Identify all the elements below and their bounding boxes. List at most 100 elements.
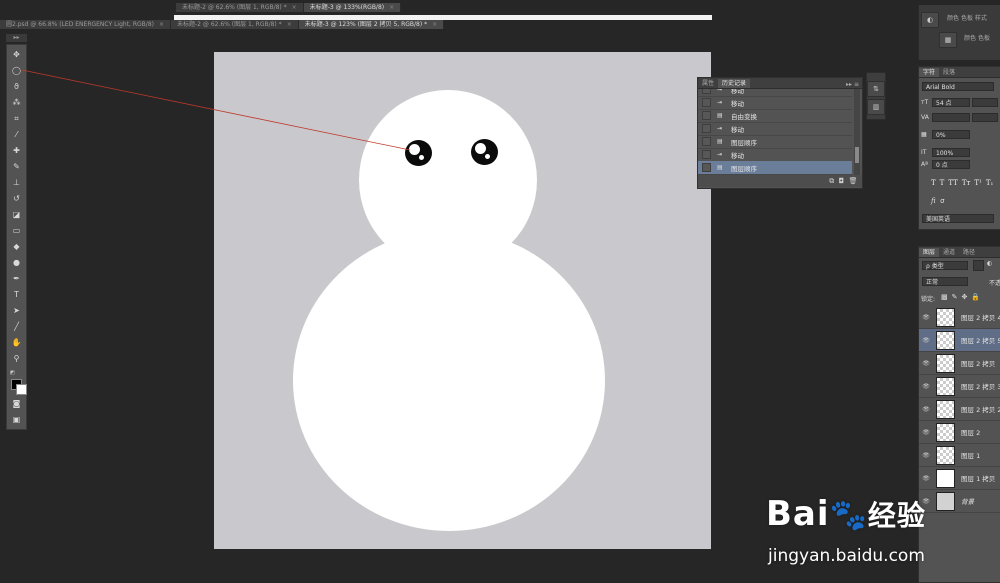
line-tool-icon[interactable]: ╱ xyxy=(10,320,23,333)
history-item[interactable]: ▤ 自由变换 xyxy=(698,109,852,123)
visibility-eye-icon[interactable]: 👁 xyxy=(921,475,931,482)
history-brush-icon[interactable]: ↺ xyxy=(10,192,23,205)
history-dock-icon[interactable]: ⇅ xyxy=(867,81,885,97)
history-item[interactable]: ⇥ 移动 xyxy=(698,122,852,136)
document-tab[interactable]: 未标题-2 @ 62.6% (图层 1, RGB/8) * × xyxy=(176,3,304,12)
layer-row[interactable]: 👁 图层 2 拷贝 xyxy=(919,352,1000,375)
history-item[interactable]: ⇥ 移动 xyxy=(698,96,852,110)
visibility-eye-icon[interactable]: 👁 xyxy=(921,383,931,390)
lock-all-icon[interactable]: 🔒 xyxy=(971,293,980,301)
filter-image-icon[interactable] xyxy=(973,260,984,271)
pen-icon[interactable]: ✒ xyxy=(10,272,23,285)
lock-transparent-pixels-icon[interactable]: ▩ xyxy=(941,293,948,301)
ligature-icon[interactable]: ﬁ xyxy=(931,197,936,205)
lock-image-pixels-icon[interactable]: ✎ xyxy=(952,293,958,301)
new-document-from-state-icon[interactable]: ⧉ xyxy=(829,177,834,185)
baseline-shift-field[interactable]: 0 点 xyxy=(932,160,970,169)
properties-dock-icon[interactable]: ▥ xyxy=(867,99,885,115)
checkbox[interactable] xyxy=(702,137,711,146)
eyedropper-icon[interactable]: ⁄ xyxy=(10,128,23,141)
close-icon[interactable]: × xyxy=(159,21,164,28)
layer-row[interactable]: 👁 图层 2 xyxy=(919,421,1000,444)
font-size-field[interactable]: 54 点 xyxy=(932,98,970,107)
tab-layers[interactable]: 图层 xyxy=(919,248,940,257)
all-caps-button[interactable]: TT xyxy=(948,179,957,187)
panel-menu-icon[interactable]: ▸▸ ≡ xyxy=(846,81,859,88)
leading-field[interactable] xyxy=(972,98,998,107)
lasso-icon[interactable]: ϑ xyxy=(10,80,23,93)
lock-position-icon[interactable]: ✥ xyxy=(962,293,968,301)
history-item[interactable]: ▤ 图层顺序 xyxy=(698,135,852,149)
document-tab-active[interactable]: 未标题-3 @ 123% (图层 2 拷贝 5, RGB/8) * × xyxy=(298,20,445,29)
layer-row-selected[interactable]: 👁 图层 2 拷贝 5 xyxy=(919,329,1000,352)
checkbox[interactable] xyxy=(702,163,711,172)
close-icon[interactable]: × xyxy=(292,4,297,11)
document-tab[interactable]: 圆2.psd @ 66.8% (LED ENERGENCY Light, RGB… xyxy=(0,20,172,29)
magic-wand-icon[interactable]: ⁂ xyxy=(10,96,23,109)
checkbox[interactable] xyxy=(702,98,711,107)
document-tab[interactable]: 未标题-2 @ 62.6% (图层 1, RGB/8) * × xyxy=(171,20,299,29)
faux-bold-button[interactable]: T xyxy=(931,179,936,187)
filter-adjustment-icon[interactable]: ◐ xyxy=(987,260,992,267)
checkbox[interactable] xyxy=(702,111,711,120)
history-scrollbar[interactable] xyxy=(854,89,860,175)
path-selection-icon[interactable]: ➤ xyxy=(10,304,23,317)
color-dock-icon[interactable]: ◐ xyxy=(921,12,939,28)
visibility-eye-icon[interactable]: 👁 xyxy=(921,452,931,459)
checkbox[interactable] xyxy=(702,150,711,159)
zoom-icon[interactable]: ⚲ xyxy=(10,352,23,365)
faux-italic-button[interactable]: T xyxy=(940,179,945,187)
layer-row[interactable]: 👁 图层 1 拷贝 xyxy=(919,467,1000,490)
tab-channels[interactable]: 通道 xyxy=(939,248,959,257)
document-tab-active[interactable]: 未标题-3 @ 133%(RGB/8) × xyxy=(303,3,402,12)
blur-icon[interactable]: ◆ xyxy=(10,240,23,253)
vertical-scale-field[interactable]: 100% xyxy=(932,148,970,157)
default-colors-icon[interactable]: ◩ xyxy=(10,370,16,376)
tab-paths[interactable]: 路径 xyxy=(959,248,979,257)
layer-row[interactable]: 👁 图层 1 xyxy=(919,444,1000,467)
visibility-eye-icon[interactable]: 👁 xyxy=(921,360,931,367)
background-color-swatch[interactable] xyxy=(16,384,27,395)
dodge-icon[interactable]: ● xyxy=(10,256,23,269)
swatches-dock-icon[interactable]: ▦ xyxy=(939,32,957,48)
visibility-eye-icon[interactable]: 👁 xyxy=(921,314,931,321)
type-tool-icon[interactable]: T xyxy=(10,288,23,301)
ornament-icon[interactable]: σ xyxy=(940,197,944,205)
gradient-icon[interactable]: ▭ xyxy=(10,224,23,237)
brush-icon[interactable]: ✎ xyxy=(10,160,23,173)
superscript-button[interactable]: T¹ xyxy=(974,179,981,187)
history-item[interactable]: ⇥ 移动 xyxy=(698,148,852,162)
healing-brush-icon[interactable]: ✚ xyxy=(10,144,23,157)
toolbox-header[interactable]: ▸▸ xyxy=(6,34,27,42)
language-select[interactable]: 美国英语 xyxy=(922,214,994,223)
tracking-unit-field[interactable] xyxy=(972,113,998,122)
clone-stamp-icon[interactable]: ⊥ xyxy=(10,176,23,189)
document-canvas[interactable] xyxy=(214,52,711,549)
visibility-eye-icon[interactable]: 👁 xyxy=(921,406,931,413)
layer-row[interactable]: 👁 图层 2 拷贝 4 xyxy=(919,306,1000,329)
close-icon[interactable]: × xyxy=(432,21,437,28)
layer-row[interactable]: 👁 图层 2 拷贝 2 xyxy=(919,398,1000,421)
visibility-eye-icon[interactable]: 👁 xyxy=(921,337,931,344)
blend-mode-select[interactable]: 正常 xyxy=(922,277,968,286)
checkbox[interactable] xyxy=(702,89,711,94)
move-tool-icon[interactable]: ✥ xyxy=(10,48,23,61)
history-item-selected[interactable]: ▤ 图层顺序 xyxy=(698,161,852,175)
subscript-button[interactable]: T₁ xyxy=(986,179,993,187)
close-icon[interactable]: × xyxy=(389,4,394,11)
tab-character[interactable]: 字符 xyxy=(919,68,940,77)
kerning-field[interactable] xyxy=(932,113,970,122)
tracking-field[interactable]: 0% xyxy=(932,130,970,139)
snapshot-icon[interactable]: ◘ xyxy=(839,177,845,185)
visibility-eye-icon[interactable]: 👁 xyxy=(921,429,931,436)
tab-paragraph[interactable]: 段落 xyxy=(939,68,959,77)
hand-icon[interactable]: ✋ xyxy=(10,336,23,349)
eraser-icon[interactable]: ◪ xyxy=(10,208,23,221)
layer-filter-select[interactable]: ρ 类型 xyxy=(922,261,968,270)
small-caps-button[interactable]: Tт xyxy=(962,179,971,187)
trash-icon[interactable]: 🗑 xyxy=(849,177,858,185)
crop-icon[interactable]: ⌗ xyxy=(10,112,23,125)
quick-mask-icon[interactable]: ◙ xyxy=(10,397,23,410)
tab-properties[interactable]: 属性 xyxy=(698,79,718,88)
tab-history[interactable]: 历史记录 xyxy=(718,79,751,88)
